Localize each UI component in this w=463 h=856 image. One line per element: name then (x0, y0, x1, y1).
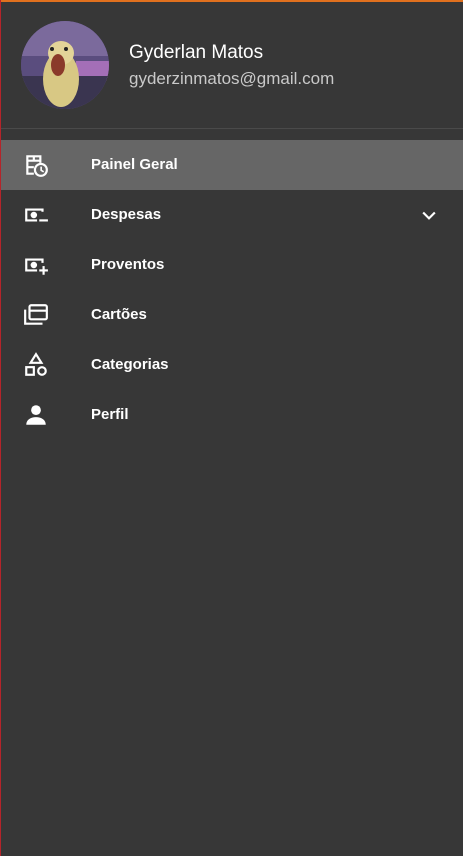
menu-item-label: Cartões (91, 306, 147, 323)
navigation-drawer: Gyderlan Matos gyderzinmatos@gmail.com P… (1, 2, 463, 856)
user-email: gyderzinmatos@gmail.com (129, 69, 335, 88)
drawer-header: Gyderlan Matos gyderzinmatos@gmail.com (1, 2, 463, 129)
avatar[interactable] (21, 21, 109, 109)
chevron-down-icon[interactable] (419, 205, 439, 225)
cards-icon (23, 302, 49, 328)
person-icon (23, 402, 49, 428)
menu-item-categorias[interactable]: Categorias (1, 340, 463, 390)
menu-item-perfil[interactable]: Perfil (1, 390, 463, 440)
drawer-menu: Painel Geral Despesas Proventos Cartões … (1, 140, 463, 440)
menu-item-label: Perfil (91, 406, 129, 423)
dashboard-icon (23, 152, 49, 178)
shapes-icon (23, 352, 49, 378)
cash-plus-icon (23, 252, 49, 278)
menu-item-proventos[interactable]: Proventos (1, 240, 463, 290)
user-name: Gyderlan Matos (129, 42, 264, 63)
menu-item-label: Despesas (91, 206, 162, 223)
menu-item-painel-geral[interactable]: Painel Geral (1, 140, 463, 190)
menu-item-label: Painel Geral (91, 156, 178, 173)
menu-item-label: Proventos (91, 256, 165, 273)
avatar-photo (21, 21, 109, 109)
menu-item-cartoes[interactable]: Cartões (1, 290, 463, 340)
menu-item-label: Categorias (91, 356, 169, 373)
menu-item-despesas[interactable]: Despesas (1, 190, 463, 240)
cash-minus-icon (23, 202, 49, 228)
